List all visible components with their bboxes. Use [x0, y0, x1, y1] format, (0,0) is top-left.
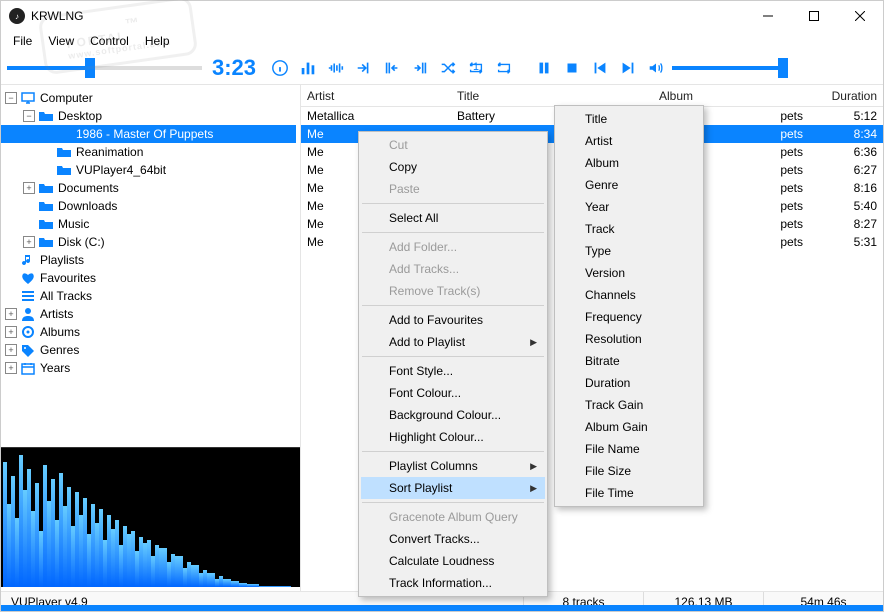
titlebar: ♪ KRWLNG [1, 1, 883, 31]
volume-icon[interactable] [642, 54, 670, 82]
submenu-item[interactable]: Genre [557, 174, 701, 196]
submenu-item[interactable]: File Size [557, 460, 701, 482]
toolbar: 3:23 1 [1, 51, 883, 85]
tree-item[interactable]: Reanimation [1, 143, 296, 161]
col-duration[interactable]: Duration [813, 89, 883, 103]
menu-item[interactable]: Highlight Colour... [361, 426, 545, 448]
stop-button[interactable] [558, 54, 586, 82]
col-title[interactable]: Title [451, 89, 653, 103]
menu-item[interactable]: Background Colour... [361, 404, 545, 426]
start-button[interactable] [378, 54, 406, 82]
repeat-one-button[interactable]: 1 [462, 54, 490, 82]
app-icon: ♪ [9, 8, 25, 24]
folder-tree[interactable]: −Computer−Desktop1986 - Master Of Puppet… [1, 89, 300, 447]
col-artist[interactable]: Artist [301, 89, 451, 103]
menu-item: Add Tracks... [361, 258, 545, 280]
volume-slider[interactable] [672, 56, 782, 80]
menu-item[interactable]: Calculate Loudness [361, 550, 545, 572]
menubar: File View Control Help [1, 31, 883, 51]
submenu-item[interactable]: Type [557, 240, 701, 262]
prev-button[interactable] [586, 54, 614, 82]
spectrum-button[interactable] [322, 54, 350, 82]
eq-button[interactable] [294, 54, 322, 82]
submenu-item[interactable]: Album [557, 152, 701, 174]
tree-item[interactable]: −Desktop [1, 107, 296, 125]
menu-item[interactable]: Convert Tracks... [361, 528, 545, 550]
tree-item[interactable]: +Years [1, 359, 296, 377]
minimize-button[interactable] [745, 1, 791, 31]
context-menu[interactable]: CutCopyPaste Select All Add Folder...Add T… [358, 131, 548, 597]
tree-item[interactable]: +Albums [1, 323, 296, 341]
submenu-item[interactable]: File Time [557, 482, 701, 504]
pause-button[interactable] [530, 54, 558, 82]
svg-text:1: 1 [473, 60, 479, 72]
visualizer [1, 447, 300, 587]
submenu-item[interactable]: Version [557, 262, 701, 284]
menu-item: Remove Track(s) [361, 280, 545, 302]
menu-control[interactable]: Control [82, 32, 137, 50]
menu-item[interactable]: Sort Playlist▶ [361, 477, 545, 499]
col-album[interactable]: Album [653, 89, 813, 103]
close-button[interactable] [837, 1, 883, 31]
playlist-header[interactable]: Artist Title Album Duration [301, 85, 883, 107]
time-display: 3:23 [212, 55, 256, 81]
info-button[interactable] [266, 54, 294, 82]
sidebar: −Computer−Desktop1986 - Master Of Puppet… [1, 85, 301, 591]
tree-item[interactable]: Playlists [1, 251, 296, 269]
tree-item[interactable]: Music [1, 215, 296, 233]
submenu-item[interactable]: Title [557, 108, 701, 130]
menu-item[interactable]: Font Style... [361, 360, 545, 382]
menu-item: Add Folder... [361, 236, 545, 258]
menu-item[interactable]: Playlist Columns▶ [361, 455, 545, 477]
submenu-item[interactable]: Duration [557, 372, 701, 394]
menu-item[interactable]: Add to Playlist▶ [361, 331, 545, 353]
submenu-item[interactable]: Resolution [557, 328, 701, 350]
menu-file[interactable]: File [5, 32, 40, 50]
menu-item[interactable]: Copy [361, 156, 545, 178]
tree-item[interactable]: −Computer [1, 89, 296, 107]
menu-item: Cut [361, 134, 545, 156]
submenu-item[interactable]: Album Gain [557, 416, 701, 438]
menu-item[interactable]: Add to Favourites [361, 309, 545, 331]
menu-help[interactable]: Help [137, 32, 178, 50]
tree-item[interactable]: VUPlayer4_64bit [1, 161, 296, 179]
tree-item[interactable]: All Tracks [1, 287, 296, 305]
seek-slider[interactable] [7, 56, 202, 80]
sort-submenu[interactable]: TitleArtistAlbumGenreYearTrackTypeVersio… [554, 105, 704, 507]
window-title: KRWLNG [31, 9, 83, 23]
tree-item[interactable]: +Genres [1, 341, 296, 359]
menu-item[interactable]: Track Information... [361, 572, 545, 594]
menu-item[interactable]: Select All [361, 207, 545, 229]
tree-item[interactable]: Favourites [1, 269, 296, 287]
shuffle-button[interactable] [434, 54, 462, 82]
next-button[interactable] [614, 54, 642, 82]
tree-item[interactable]: +Disk (C:) [1, 233, 296, 251]
submenu-item[interactable]: Year [557, 196, 701, 218]
menu-item[interactable]: Font Colour... [361, 382, 545, 404]
tree-item[interactable]: 1986 - Master Of Puppets [1, 125, 296, 143]
submenu-item[interactable]: Channels [557, 284, 701, 306]
repeat-button[interactable] [490, 54, 518, 82]
skip-start-button[interactable] [350, 54, 378, 82]
menu-item: Gracenote Album Query [361, 506, 545, 528]
submenu-item[interactable]: Artist [557, 130, 701, 152]
submenu-item[interactable]: Track Gain [557, 394, 701, 416]
submenu-item[interactable]: Frequency [557, 306, 701, 328]
submenu-item[interactable]: File Name [557, 438, 701, 460]
tree-item[interactable]: +Artists [1, 305, 296, 323]
taskbar [1, 605, 883, 611]
submenu-item[interactable]: Track [557, 218, 701, 240]
end-button[interactable] [406, 54, 434, 82]
submenu-item[interactable]: Bitrate [557, 350, 701, 372]
tree-item[interactable]: Downloads [1, 197, 296, 215]
maximize-button[interactable] [791, 1, 837, 31]
tree-item[interactable]: +Documents [1, 179, 296, 197]
menu-item: Paste [361, 178, 545, 200]
menu-view[interactable]: View [40, 32, 82, 50]
